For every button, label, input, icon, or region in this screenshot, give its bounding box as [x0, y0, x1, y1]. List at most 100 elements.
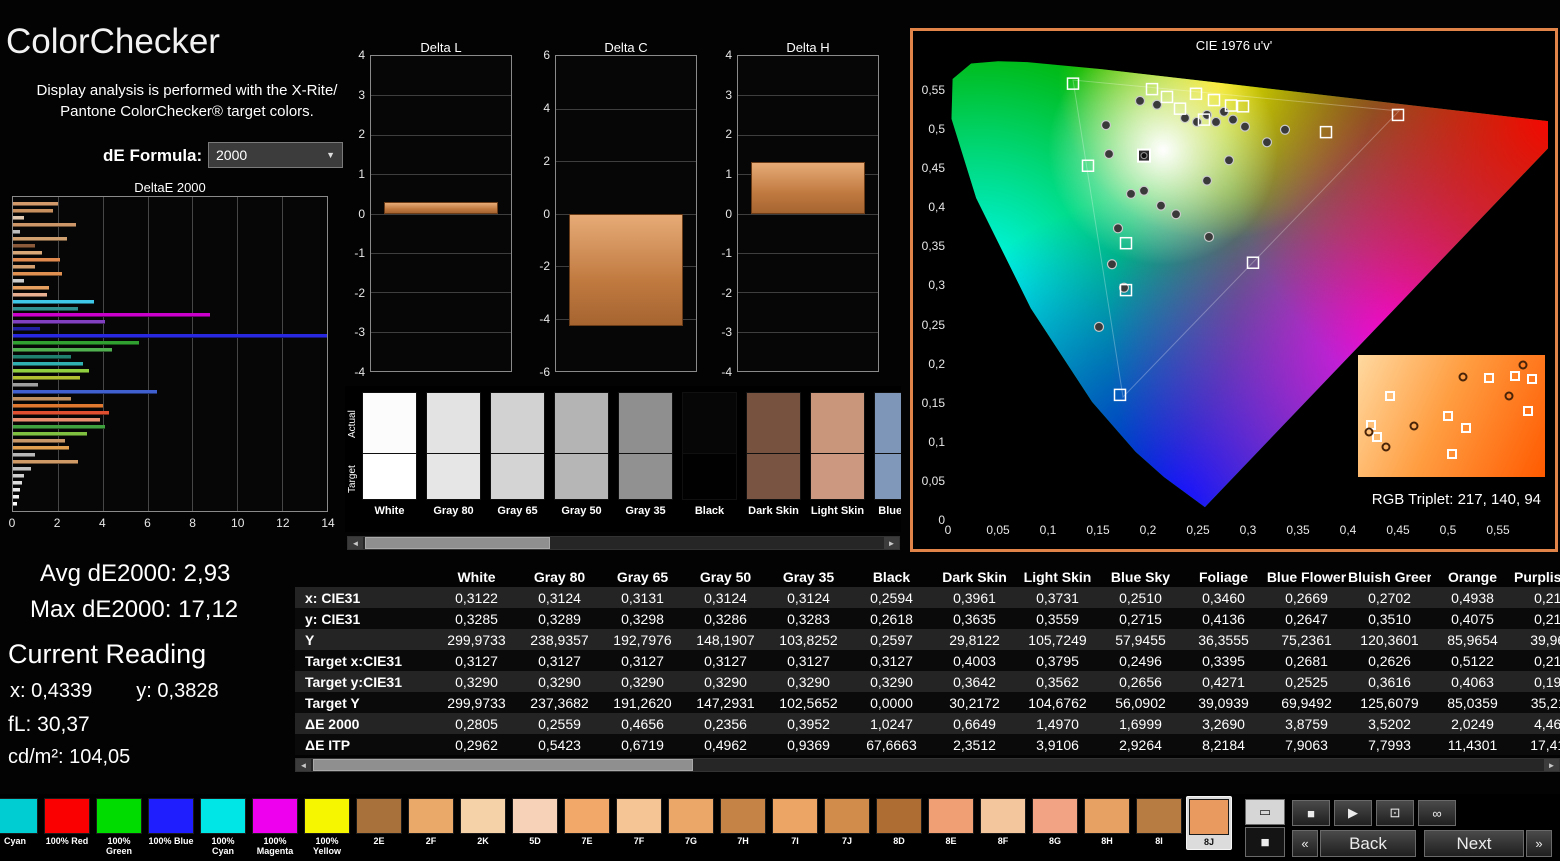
pattern-swatch-5d[interactable]: 5D: [512, 798, 558, 846]
play-button[interactable]: ▶: [1334, 800, 1372, 826]
scroll-left-arrow[interactable]: ◄: [296, 759, 311, 771]
scrollbar-track[interactable]: [363, 537, 884, 549]
deltae-bars: [13, 197, 327, 511]
gridline: [371, 134, 511, 136]
table-cell: 0,3127: [538, 652, 581, 669]
next-button[interactable]: Next: [1424, 830, 1524, 857]
axis-tick-label: -2: [354, 285, 365, 300]
table-cell: 147,2931: [696, 694, 755, 711]
next-chevron-button[interactable]: »: [1526, 830, 1552, 857]
table-cell: 0,4656: [621, 715, 664, 732]
swatch-label: 2F: [425, 836, 437, 846]
pattern-swatch-2f[interactable]: 2F: [408, 798, 454, 846]
pattern-swatch-100-blue[interactable]: 100% Blue: [148, 798, 194, 846]
table-cell: 2,0249: [1451, 715, 1494, 732]
pattern-swatch-7j[interactable]: 7J: [824, 798, 870, 846]
measurement-point: [1279, 124, 1291, 135]
axis-tick-label: -2: [721, 285, 732, 300]
table-cell: 0,3731: [1036, 589, 1079, 606]
target-swatch: [554, 454, 609, 500]
axis-tick-label: 3: [358, 87, 365, 102]
pattern-fullscreen-button[interactable]: ■: [1245, 827, 1285, 857]
loop-button[interactable]: ∞: [1418, 800, 1456, 826]
axis-tick-label: 0: [8, 516, 16, 530]
avg-de2000: Avg dE2000: 2,93: [40, 560, 231, 587]
pattern-swatch-2e[interactable]: 2E: [356, 798, 402, 846]
pattern-window-button[interactable]: ▭: [1245, 799, 1285, 825]
axis-tick-label: 3: [725, 87, 732, 102]
back-chevron-button[interactable]: «: [1292, 830, 1318, 857]
pattern-swatch-100-cyan[interactable]: 100% Cyan: [200, 798, 246, 856]
table-header-row: White Gray 80 Gray 65 Gray 50 Gray 35 Black Da…: [295, 566, 1560, 587]
measurement-point: [1155, 200, 1167, 211]
axis-tick-label: 0,3: [928, 278, 945, 293]
table-cell: 3,8759: [1285, 715, 1328, 732]
pattern-swatch-8j[interactable]: 8J: [1186, 796, 1232, 850]
swatch-color: [564, 798, 610, 834]
pattern-swatch-100-green[interactable]: 100% Green: [96, 798, 142, 856]
deltae-bar: [13, 334, 327, 339]
inset-measurement-point: [1364, 427, 1374, 437]
pattern-swatch-8e[interactable]: 8E: [928, 798, 974, 846]
table-row-e-itp: ΔE ITP 0,2962 0,5423 0,6719 0,4962 0,9369 67,6…: [295, 734, 1560, 755]
scroll-left-arrow[interactable]: ◄: [348, 537, 363, 549]
table-cell: 35,2114: [1530, 694, 1560, 711]
pattern-swatch-2k[interactable]: 2K: [460, 798, 506, 846]
actual-swatch: [618, 392, 673, 454]
scrollbar-track[interactable]: [311, 759, 1544, 771]
delta-c-chart: Delta C 6 4 2 0 -2 -4 -6: [525, 40, 701, 385]
swatch-strip-scrollbar[interactable]: ◄ ►: [347, 536, 900, 550]
de-formula-dropdown[interactable]: 2000 ▼: [208, 142, 343, 168]
scroll-right-arrow[interactable]: ►: [884, 537, 899, 549]
swatch-color: [96, 798, 142, 834]
swatch-color: [200, 798, 246, 834]
pattern-swatch-8h[interactable]: 8H: [1084, 798, 1130, 846]
pattern-swatch-cyan[interactable]: Cyan: [0, 798, 38, 846]
table-col-header-gray-80: Gray 80: [533, 568, 586, 585]
swatch-color: [980, 798, 1026, 834]
table-cell: 39,0939: [1198, 694, 1249, 711]
table-scrollbar[interactable]: ◄ ►: [295, 758, 1560, 772]
pattern-swatch-7i[interactable]: 7I: [772, 798, 818, 846]
gridline: [738, 292, 878, 294]
axis-tick-label: 0,45: [1386, 523, 1410, 537]
table-corner-cell: [295, 566, 435, 587]
pattern-swatch-100-yellow[interactable]: 100% Yellow: [304, 798, 350, 856]
table-cell: 0,2594: [870, 589, 913, 606]
axis-tick-label: 8: [189, 516, 196, 530]
deltae-bar: [13, 229, 20, 234]
scrollbar-thumb[interactable]: [365, 537, 550, 549]
scrollbar-thumb[interactable]: [313, 759, 693, 771]
y-axis: 4 3 2 1 0 -1 -2 -3 -4: [340, 48, 367, 379]
pattern-swatch-8f[interactable]: 8F: [980, 798, 1026, 846]
deltae-bar: [13, 278, 25, 283]
scroll-right-arrow[interactable]: ►: [1544, 759, 1559, 771]
pattern-swatch-7f[interactable]: 7F: [616, 798, 662, 846]
frame-button[interactable]: ⊡: [1376, 800, 1414, 826]
pattern-swatch-8d[interactable]: 8D: [876, 798, 922, 846]
axis-tick-label: -6: [539, 365, 550, 379]
frame-icon: ⊡: [1389, 805, 1401, 820]
pattern-swatch-100-red[interactable]: 100% Red: [44, 798, 90, 846]
axis-tick-label: 0,1: [928, 434, 945, 449]
fullscreen-icon: ■: [1260, 833, 1270, 851]
y-axis: 6 4 2 0 -2 -4 -6: [525, 48, 552, 379]
pattern-swatch-100-magenta[interactable]: 100% Magenta: [252, 798, 298, 856]
table-cell: 0,2496: [1119, 652, 1162, 669]
table-cell: 0,3290: [704, 673, 747, 690]
patch-label: Gray 35: [625, 505, 666, 517]
pattern-swatch-7g[interactable]: 7G: [668, 798, 714, 846]
swatch-label: 7E: [581, 836, 593, 846]
pattern-swatch-7e[interactable]: 7E: [564, 798, 610, 846]
pattern-swatch-7h[interactable]: 7H: [720, 798, 766, 846]
table-cell: 0,2702: [1368, 589, 1411, 606]
table-cell: 0,3286: [704, 610, 747, 627]
pattern-swatch-8i[interactable]: 8I: [1136, 798, 1182, 846]
table-row-y: Y 299,9733 238,9357 192,7976 148,1907 103,825…: [295, 629, 1560, 650]
axis-tick-label: 0,1: [1039, 523, 1057, 537]
back-button[interactable]: Back: [1320, 830, 1416, 857]
pattern-swatch-8g[interactable]: 8G: [1032, 798, 1078, 846]
stop-button[interactable]: ■: [1292, 800, 1330, 826]
table-cell: 104,6762: [1028, 694, 1087, 711]
max-de2000: Max dE2000: 17,12: [30, 596, 239, 623]
